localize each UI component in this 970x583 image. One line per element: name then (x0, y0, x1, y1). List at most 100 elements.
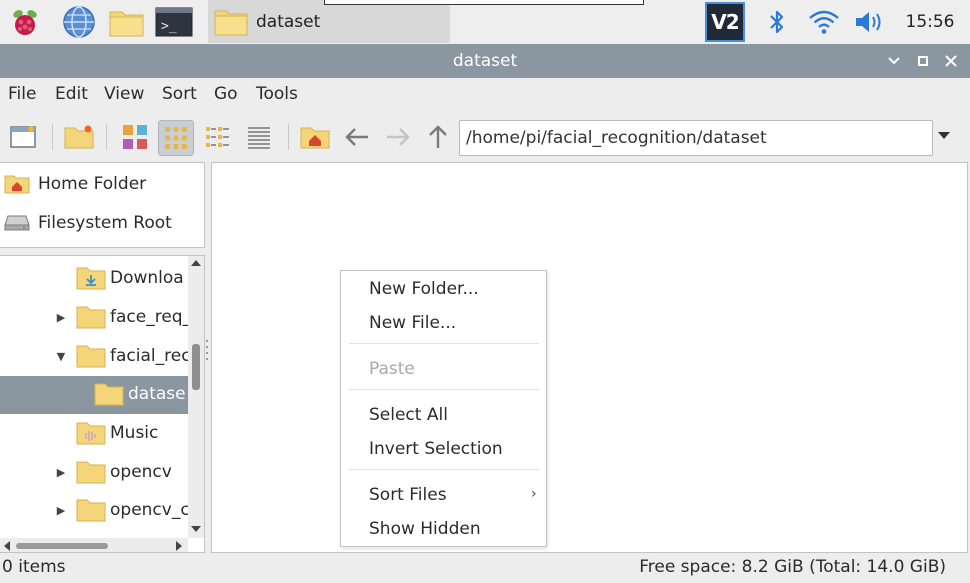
bluetooth-icon[interactable] (762, 0, 792, 44)
close-button[interactable] (942, 52, 960, 70)
menu-item-invert-selection[interactable]: Invert Selection (369, 439, 503, 459)
clock[interactable]: 15:56 (898, 0, 962, 44)
new-window-button[interactable] (6, 120, 40, 154)
menu-item-show-hidden[interactable]: Show Hidden (369, 519, 481, 539)
compact-list-icon (206, 127, 229, 147)
detailed-list-view-button[interactable] (242, 120, 276, 154)
compact-view-button[interactable] (200, 120, 234, 154)
maximize-button[interactable] (914, 52, 932, 70)
tree-horizontal-scroll-thumb[interactable] (16, 543, 108, 549)
taskbar-popup-edge (324, 0, 644, 5)
menu-item-select-all[interactable]: Select All (369, 405, 448, 425)
taskbar-task-dataset[interactable]: dataset (208, 0, 450, 43)
place-home-folder[interactable]: Home Folder (4, 169, 146, 199)
collapse-arrow-icon[interactable]: ▼ (54, 349, 68, 363)
tree-item-label: Music (110, 423, 159, 443)
scroll-left-icon[interactable] (4, 541, 10, 551)
maximize-icon (918, 56, 928, 66)
expand-arrow-icon[interactable]: ▶ (54, 503, 68, 517)
pane-resize-handle[interactable] (205, 340, 209, 368)
folder-icon (214, 10, 248, 35)
file-view-area[interactable] (211, 162, 968, 553)
web-browser-icon[interactable] (60, 4, 98, 40)
tree-item-label: Downloa (110, 268, 184, 288)
toolbar-separator (52, 124, 53, 150)
scroll-down-icon[interactable] (191, 526, 201, 532)
menu-view[interactable]: View (104, 84, 144, 104)
menu-item-new-folder[interactable]: New Folder... (369, 279, 479, 299)
scroll-right-icon[interactable] (176, 541, 182, 551)
arrow-up-icon (429, 125, 447, 148)
tree-item-dataset[interactable]: datase (0, 376, 188, 414)
home-button[interactable] (298, 120, 332, 154)
menu-file[interactable]: File (8, 84, 36, 104)
toolbar: /home/pi/facial_recognition/dataset (0, 112, 970, 162)
wifi-icon[interactable] (805, 0, 843, 44)
submenu-chevron-right-icon: › (531, 486, 537, 502)
up-button[interactable] (421, 120, 455, 154)
forward-button[interactable] (381, 120, 415, 154)
hard-drive-icon (4, 212, 30, 234)
terminal-icon[interactable]: >_ (155, 4, 193, 40)
raspberry-pi-menu-icon[interactable] (6, 4, 44, 40)
scroll-up-icon[interactable] (191, 260, 201, 266)
arrow-left-icon (345, 128, 368, 146)
menu-separator (349, 343, 539, 344)
taskbar-task-label: dataset (256, 11, 321, 32)
context-menu: New Folder... New File... Paste Select A… (340, 270, 547, 547)
icon-view-thumbnails-button[interactable] (118, 120, 152, 154)
tree-item-label: datase (128, 384, 186, 404)
volume-icon[interactable] (851, 0, 887, 44)
tree-item-label: opencv (110, 462, 172, 482)
new-folder-icon (64, 125, 94, 149)
minimize-button[interactable] (885, 52, 903, 70)
tree-item-label: face_req_ (110, 307, 188, 327)
menu-bar: File Edit View Sort Go Tools (0, 78, 970, 112)
places-pane: Home Folder Filesystem Root (0, 162, 205, 248)
menu-item-sort-files[interactable]: Sort Files (369, 485, 447, 505)
folder-icon (76, 499, 106, 522)
back-button[interactable] (340, 120, 374, 154)
close-icon (945, 55, 957, 67)
detailed-list-icon (248, 127, 270, 149)
folder-icon (94, 383, 124, 406)
tree-vertical-scrollbar[interactable] (188, 256, 204, 538)
icon-view-button[interactable] (158, 120, 194, 156)
place-label: Home Folder (38, 174, 147, 194)
tree-item-facial-recognition[interactable]: ▼ facial_rec (0, 338, 188, 376)
expand-arrow-icon[interactable]: ▶ (54, 310, 68, 324)
tree-item-opencv-contrib[interactable]: ▶ opencv_c (0, 492, 188, 530)
menu-tools[interactable]: Tools (256, 84, 298, 104)
chevron-down-icon (888, 57, 900, 65)
window-titlebar[interactable]: dataset (0, 44, 970, 78)
menu-sort[interactable]: Sort (162, 84, 197, 104)
tree-vertical-scroll-thumb[interactable] (192, 344, 200, 390)
tree-item-opencv[interactable]: ▶ opencv (0, 454, 188, 492)
expand-arrow-icon[interactable]: ▶ (54, 465, 68, 479)
path-input[interactable]: /home/pi/facial_recognition/dataset (459, 120, 933, 156)
new-folder-button[interactable] (62, 120, 96, 154)
menu-go[interactable]: Go (214, 84, 238, 104)
tree-item-downloads[interactable]: Downloa (0, 260, 188, 298)
tree-item-music[interactable]: Music (0, 415, 188, 453)
toolbar-separator (288, 124, 289, 150)
svg-text:>_: >_ (161, 19, 177, 34)
home-folder-icon (4, 173, 30, 195)
menu-item-paste[interactable]: Paste (369, 359, 415, 379)
arrow-right-icon (387, 128, 410, 146)
menu-item-new-file[interactable]: New File... (369, 313, 456, 333)
tree-item-label: opencv_c (110, 500, 188, 520)
file-manager-icon[interactable] (108, 4, 146, 40)
free-space: Free space: 8.2 GiB (Total: 14.0 GiB) (639, 557, 946, 577)
place-filesystem-root[interactable]: Filesystem Root (4, 208, 172, 238)
tree-item-face-req[interactable]: ▶ face_req_ (0, 299, 188, 337)
menu-separator (349, 469, 539, 470)
vnc-icon[interactable]: V2 (703, 0, 747, 44)
item-count: 0 items (2, 557, 66, 577)
menu-edit[interactable]: Edit (55, 84, 88, 104)
folder-icon (76, 345, 106, 368)
path-dropdown-icon[interactable] (938, 132, 950, 139)
place-label: Filesystem Root (38, 213, 172, 233)
folder-icon (76, 306, 106, 329)
folder-icon (76, 461, 106, 484)
